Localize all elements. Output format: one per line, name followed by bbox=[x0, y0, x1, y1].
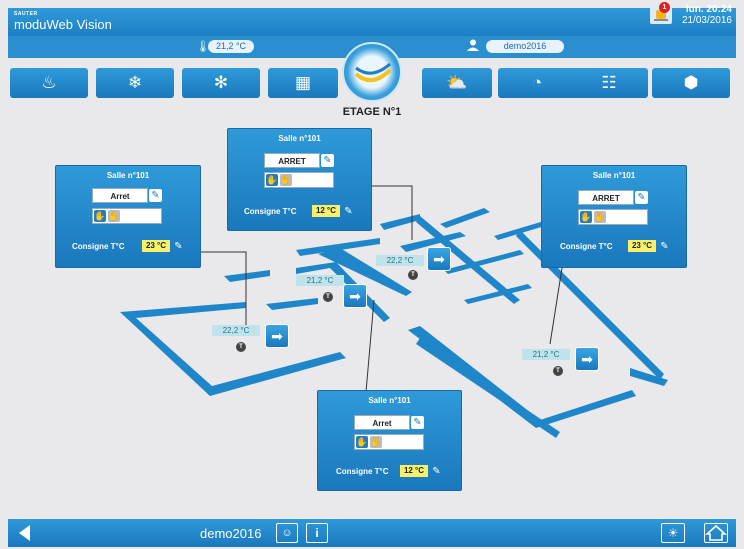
setpoint-label: Consigne T°C bbox=[336, 467, 389, 476]
back-arrow-icon bbox=[19, 525, 30, 541]
mode-value: Arret bbox=[92, 188, 148, 203]
hand-off-icon[interactable]: ✋ bbox=[370, 436, 382, 448]
hand-icon[interactable]: ✋ bbox=[580, 211, 592, 223]
pencil-icon[interactable]: ✎ bbox=[342, 205, 355, 218]
thermometer-icon: T bbox=[323, 292, 333, 302]
hand-icon[interactable]: ✋ bbox=[266, 174, 278, 186]
setpoint-value[interactable]: 12 °C bbox=[312, 205, 340, 217]
room-title: Salle n°101 bbox=[278, 134, 321, 143]
pencil-icon[interactable]: ✎ bbox=[172, 240, 185, 253]
home-icon bbox=[704, 524, 728, 541]
mode-value: ARRET bbox=[264, 153, 320, 168]
user-profile-icon: ☺ bbox=[281, 527, 293, 539]
pencil-icon[interactable]: ✎ bbox=[635, 191, 648, 204]
hand-off-icon[interactable]: ✋ bbox=[280, 174, 292, 186]
room-card: Salle n°101 Arret ✎ ✋ ✋ Consigne T°C 23 … bbox=[55, 165, 201, 268]
pencil-icon[interactable]: ✎ bbox=[149, 189, 162, 202]
setpoint-label: Consigne T°C bbox=[72, 242, 125, 251]
setpoint-value[interactable]: 23 °C bbox=[142, 240, 170, 252]
room-detail-arrow-button[interactable]: ➡ bbox=[343, 284, 367, 308]
room-card: Salle n°101 ARRET ✎ ✋ ✋ Consigne T°C 12 … bbox=[227, 128, 372, 231]
manual-mode-control[interactable]: ✋ ✋ bbox=[354, 434, 424, 450]
room-temp: 21,2 °C bbox=[296, 275, 344, 286]
setpoint-value[interactable]: 23 °C bbox=[628, 240, 656, 252]
manual-mode-control[interactable]: ✋ ✋ bbox=[92, 208, 162, 224]
info-icon: i bbox=[315, 526, 319, 540]
footer-user: demo2016 bbox=[200, 526, 262, 541]
setpoint-label: Consigne T°C bbox=[244, 207, 297, 216]
room-title: Salle n°101 bbox=[368, 396, 411, 405]
hand-icon[interactable]: ✋ bbox=[356, 436, 368, 448]
room-card: Salle n°101 ARRET ✎ ✋ ✋ Consigne T°C 23 … bbox=[541, 165, 687, 268]
footer-bar bbox=[8, 519, 736, 547]
setpoint-label: Consigne T°C bbox=[560, 242, 613, 251]
room-detail-arrow-button[interactable]: ➡ bbox=[575, 347, 599, 371]
thermometer-icon: T bbox=[553, 366, 563, 376]
mode-value: ARRET bbox=[578, 190, 634, 205]
room-title: Salle n°101 bbox=[106, 171, 150, 180]
room-detail-arrow-button[interactable]: ➡ bbox=[427, 247, 451, 271]
thermometer-icon: T bbox=[236, 342, 246, 352]
pencil-icon[interactable]: ✎ bbox=[411, 416, 424, 429]
setpoint-value[interactable]: 12 °C bbox=[400, 465, 428, 477]
light-button[interactable]: ☀ bbox=[661, 523, 685, 543]
hand-icon[interactable]: ✋ bbox=[94, 210, 106, 222]
manual-mode-control[interactable]: ✋ ✋ bbox=[264, 172, 334, 188]
lightbulb-icon: ☀ bbox=[667, 526, 679, 540]
room-temp: 21,2 °C bbox=[522, 349, 570, 360]
mode-value: Arret bbox=[354, 415, 410, 430]
room-temp: 22,2 °C bbox=[376, 255, 424, 266]
home-button[interactable] bbox=[704, 523, 728, 543]
room-detail-arrow-button[interactable]: ➡ bbox=[265, 324, 289, 348]
room-temp: 22,2 °C bbox=[212, 325, 260, 336]
pencil-icon[interactable]: ✎ bbox=[658, 240, 671, 253]
hand-off-icon[interactable]: ✋ bbox=[108, 210, 120, 222]
room-card: Salle n°101 Arret ✎ ✋ ✋ Consigne T°C 12 … bbox=[317, 390, 462, 491]
manual-mode-control[interactable]: ✋ ✋ bbox=[578, 209, 648, 225]
room-title: Salle n°101 bbox=[592, 171, 636, 180]
thermometer-icon: T bbox=[408, 270, 418, 280]
back-button[interactable] bbox=[14, 522, 36, 544]
pencil-icon[interactable]: ✎ bbox=[321, 154, 334, 167]
pencil-icon[interactable]: ✎ bbox=[430, 465, 443, 478]
info-button[interactable]: i bbox=[306, 523, 328, 543]
hand-off-icon[interactable]: ✋ bbox=[594, 211, 606, 223]
user-profile-button[interactable]: ☺ bbox=[276, 523, 298, 543]
